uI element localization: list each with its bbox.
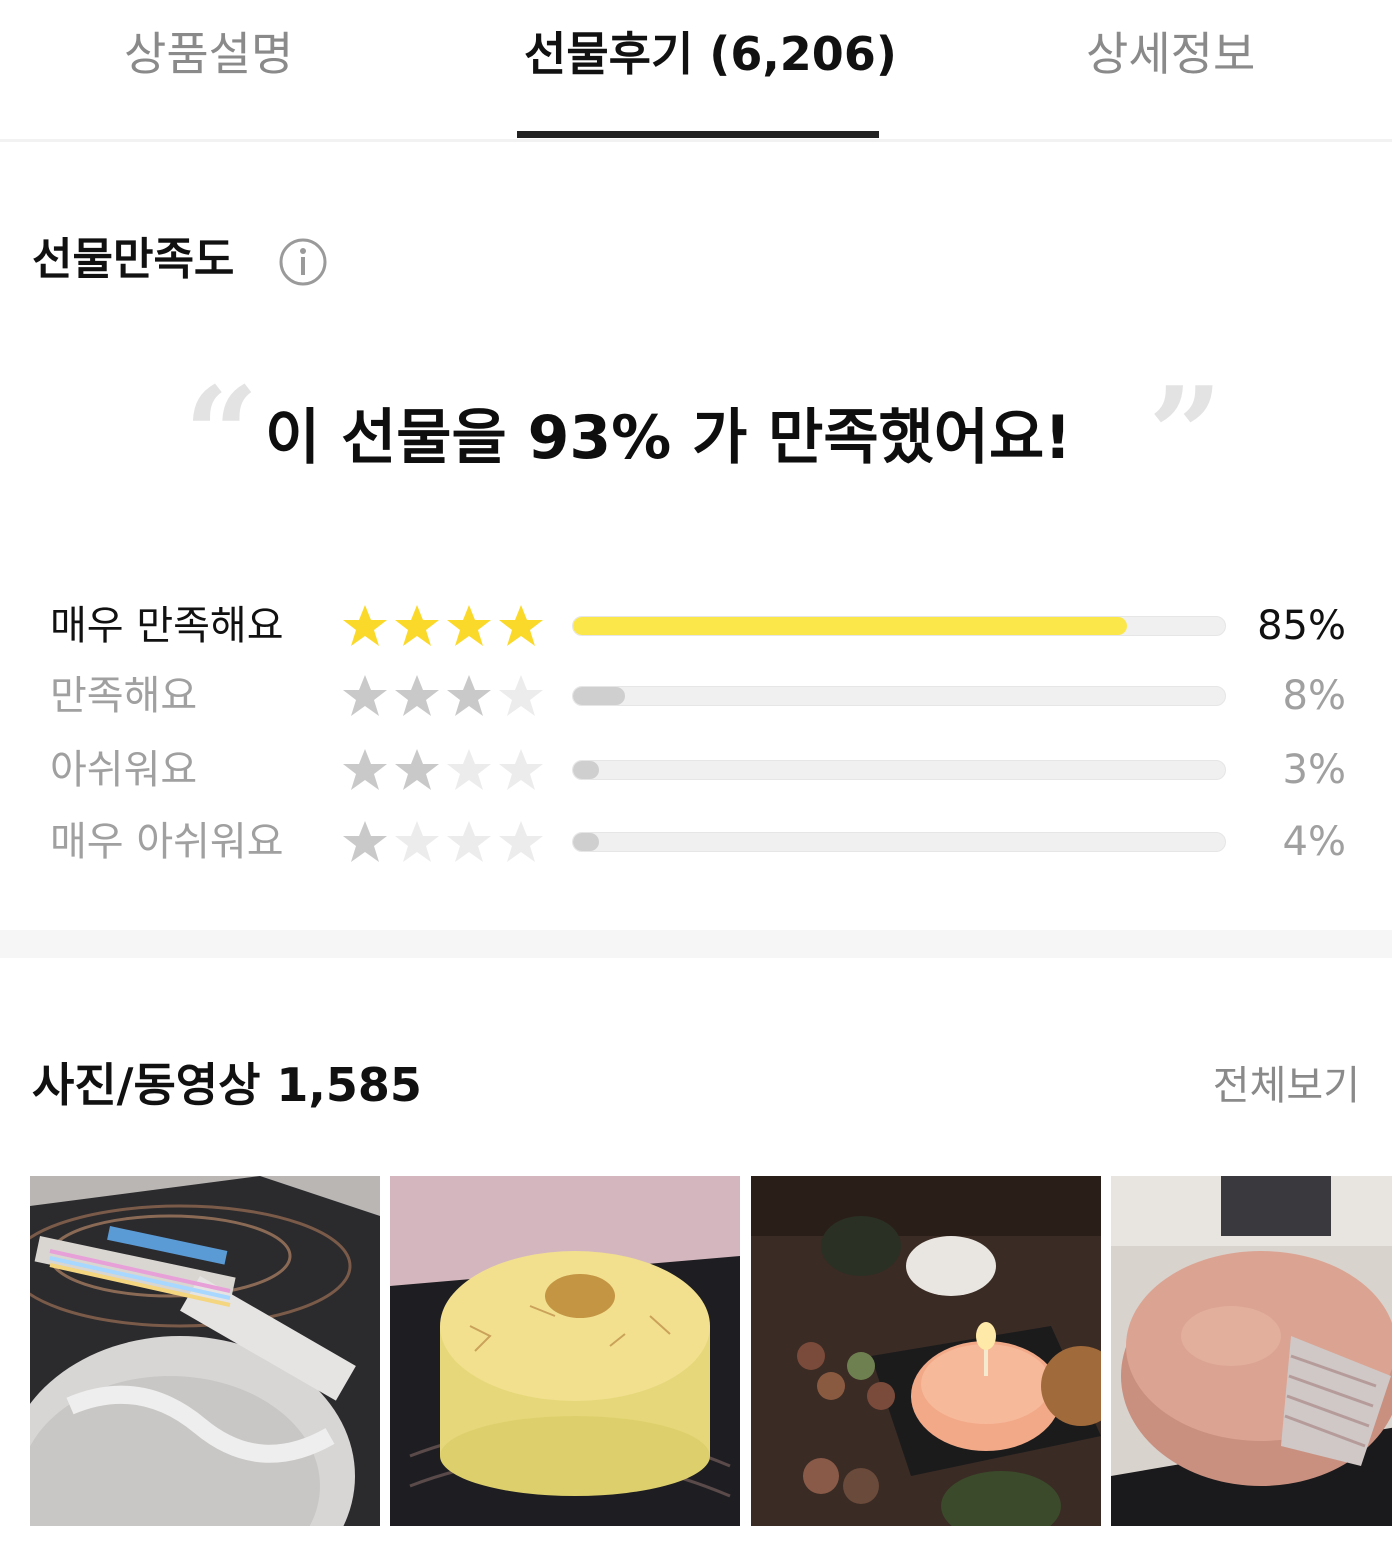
review-photo-2[interactable] — [390, 1176, 740, 1526]
headline-highlight: 93% 가 만족했어요! — [519, 400, 1098, 476]
rating-label: 아쉬워요 — [50, 747, 198, 793]
rating-row: 아쉬워요 3% — [0, 742, 1392, 802]
rating-percent: 4% — [1282, 819, 1346, 865]
star-filled-icon — [447, 605, 491, 646]
tab-details[interactable]: 상세정보 — [1086, 22, 1255, 92]
tab-bar: 상품설명 선물후기 (6,206) 상세정보 — [0, 0, 1392, 142]
info-icon[interactable] — [278, 237, 328, 287]
rating-bar-fill — [573, 761, 600, 779]
active-tab-indicator — [517, 131, 879, 138]
photo-birthday-table-icon — [751, 1176, 1101, 1526]
tab-product-description[interactable]: 상품설명 — [124, 22, 293, 92]
photo-section-title: 사진/동영상 1,585 — [32, 1058, 422, 1112]
star-filled-icon — [343, 675, 387, 716]
star-rating — [343, 605, 543, 646]
star-filled-icon — [343, 749, 387, 790]
rating-bar-fill — [573, 617, 1128, 635]
star-filled-icon — [395, 749, 439, 790]
star-empty-icon — [447, 821, 491, 862]
review-photo-3[interactable] — [751, 1176, 1101, 1526]
star-empty-icon — [499, 821, 543, 862]
star-filled-icon — [395, 605, 439, 646]
star-empty-icon — [447, 749, 491, 790]
tab-gift-reviews[interactable]: 선물후기 (6,206) — [524, 22, 897, 92]
star-rating — [343, 675, 543, 716]
review-photo-1[interactable] — [30, 1176, 380, 1526]
rating-label: 만족해요 — [50, 673, 198, 719]
rating-bar-track — [572, 616, 1226, 636]
photo-crepe-cake-icon — [390, 1176, 740, 1526]
rating-percent: 85% — [1257, 603, 1346, 649]
rating-bar-track — [572, 760, 1226, 780]
section-divider — [0, 930, 1392, 958]
rating-bar-track — [572, 686, 1226, 706]
rating-label: 매우 아쉬워요 — [50, 819, 284, 865]
review-photo-4[interactable] — [1111, 1176, 1392, 1526]
satisfaction-headline: 이 선물을 93% 가 만족했어요! — [265, 400, 1098, 476]
rating-bar-fill — [573, 687, 626, 705]
rating-row: 만족해요 8% — [0, 668, 1392, 728]
star-empty-icon — [499, 675, 543, 716]
star-empty-icon — [499, 749, 543, 790]
satisfaction-title: 선물만족도 — [32, 234, 235, 285]
open-quote-icon: “ — [184, 358, 259, 511]
star-filled-icon — [343, 821, 387, 862]
close-quote-icon: ” — [1148, 358, 1223, 511]
star-filled-icon — [447, 675, 491, 716]
star-empty-icon — [395, 821, 439, 862]
rating-row: 매우 만족해요 85% — [0, 598, 1392, 658]
star-filled-icon — [395, 675, 439, 716]
star-rating — [343, 821, 543, 862]
gift-review-page: 상품설명 선물후기 (6,206) 상세정보 선물만족도 “ ” 이 선물을 9… — [0, 0, 1392, 1558]
star-filled-icon — [343, 605, 387, 646]
star-rating — [343, 749, 543, 790]
rating-percent: 3% — [1282, 747, 1346, 793]
star-filled-icon — [499, 605, 543, 646]
rating-bar-fill — [573, 833, 600, 851]
photo-crepe-cake-box-icon — [30, 1176, 380, 1526]
view-all-link[interactable]: 전체보기 — [1213, 1056, 1360, 1116]
rating-percent: 8% — [1282, 673, 1346, 719]
headline-prefix: 이 선물을 — [265, 403, 528, 473]
rating-label: 매우 만족해요 — [50, 603, 284, 649]
rating-bar-track — [572, 832, 1226, 852]
photo-sliced-cake-icon — [1111, 1176, 1392, 1526]
rating-row: 매우 아쉬워요 4% — [0, 814, 1392, 874]
